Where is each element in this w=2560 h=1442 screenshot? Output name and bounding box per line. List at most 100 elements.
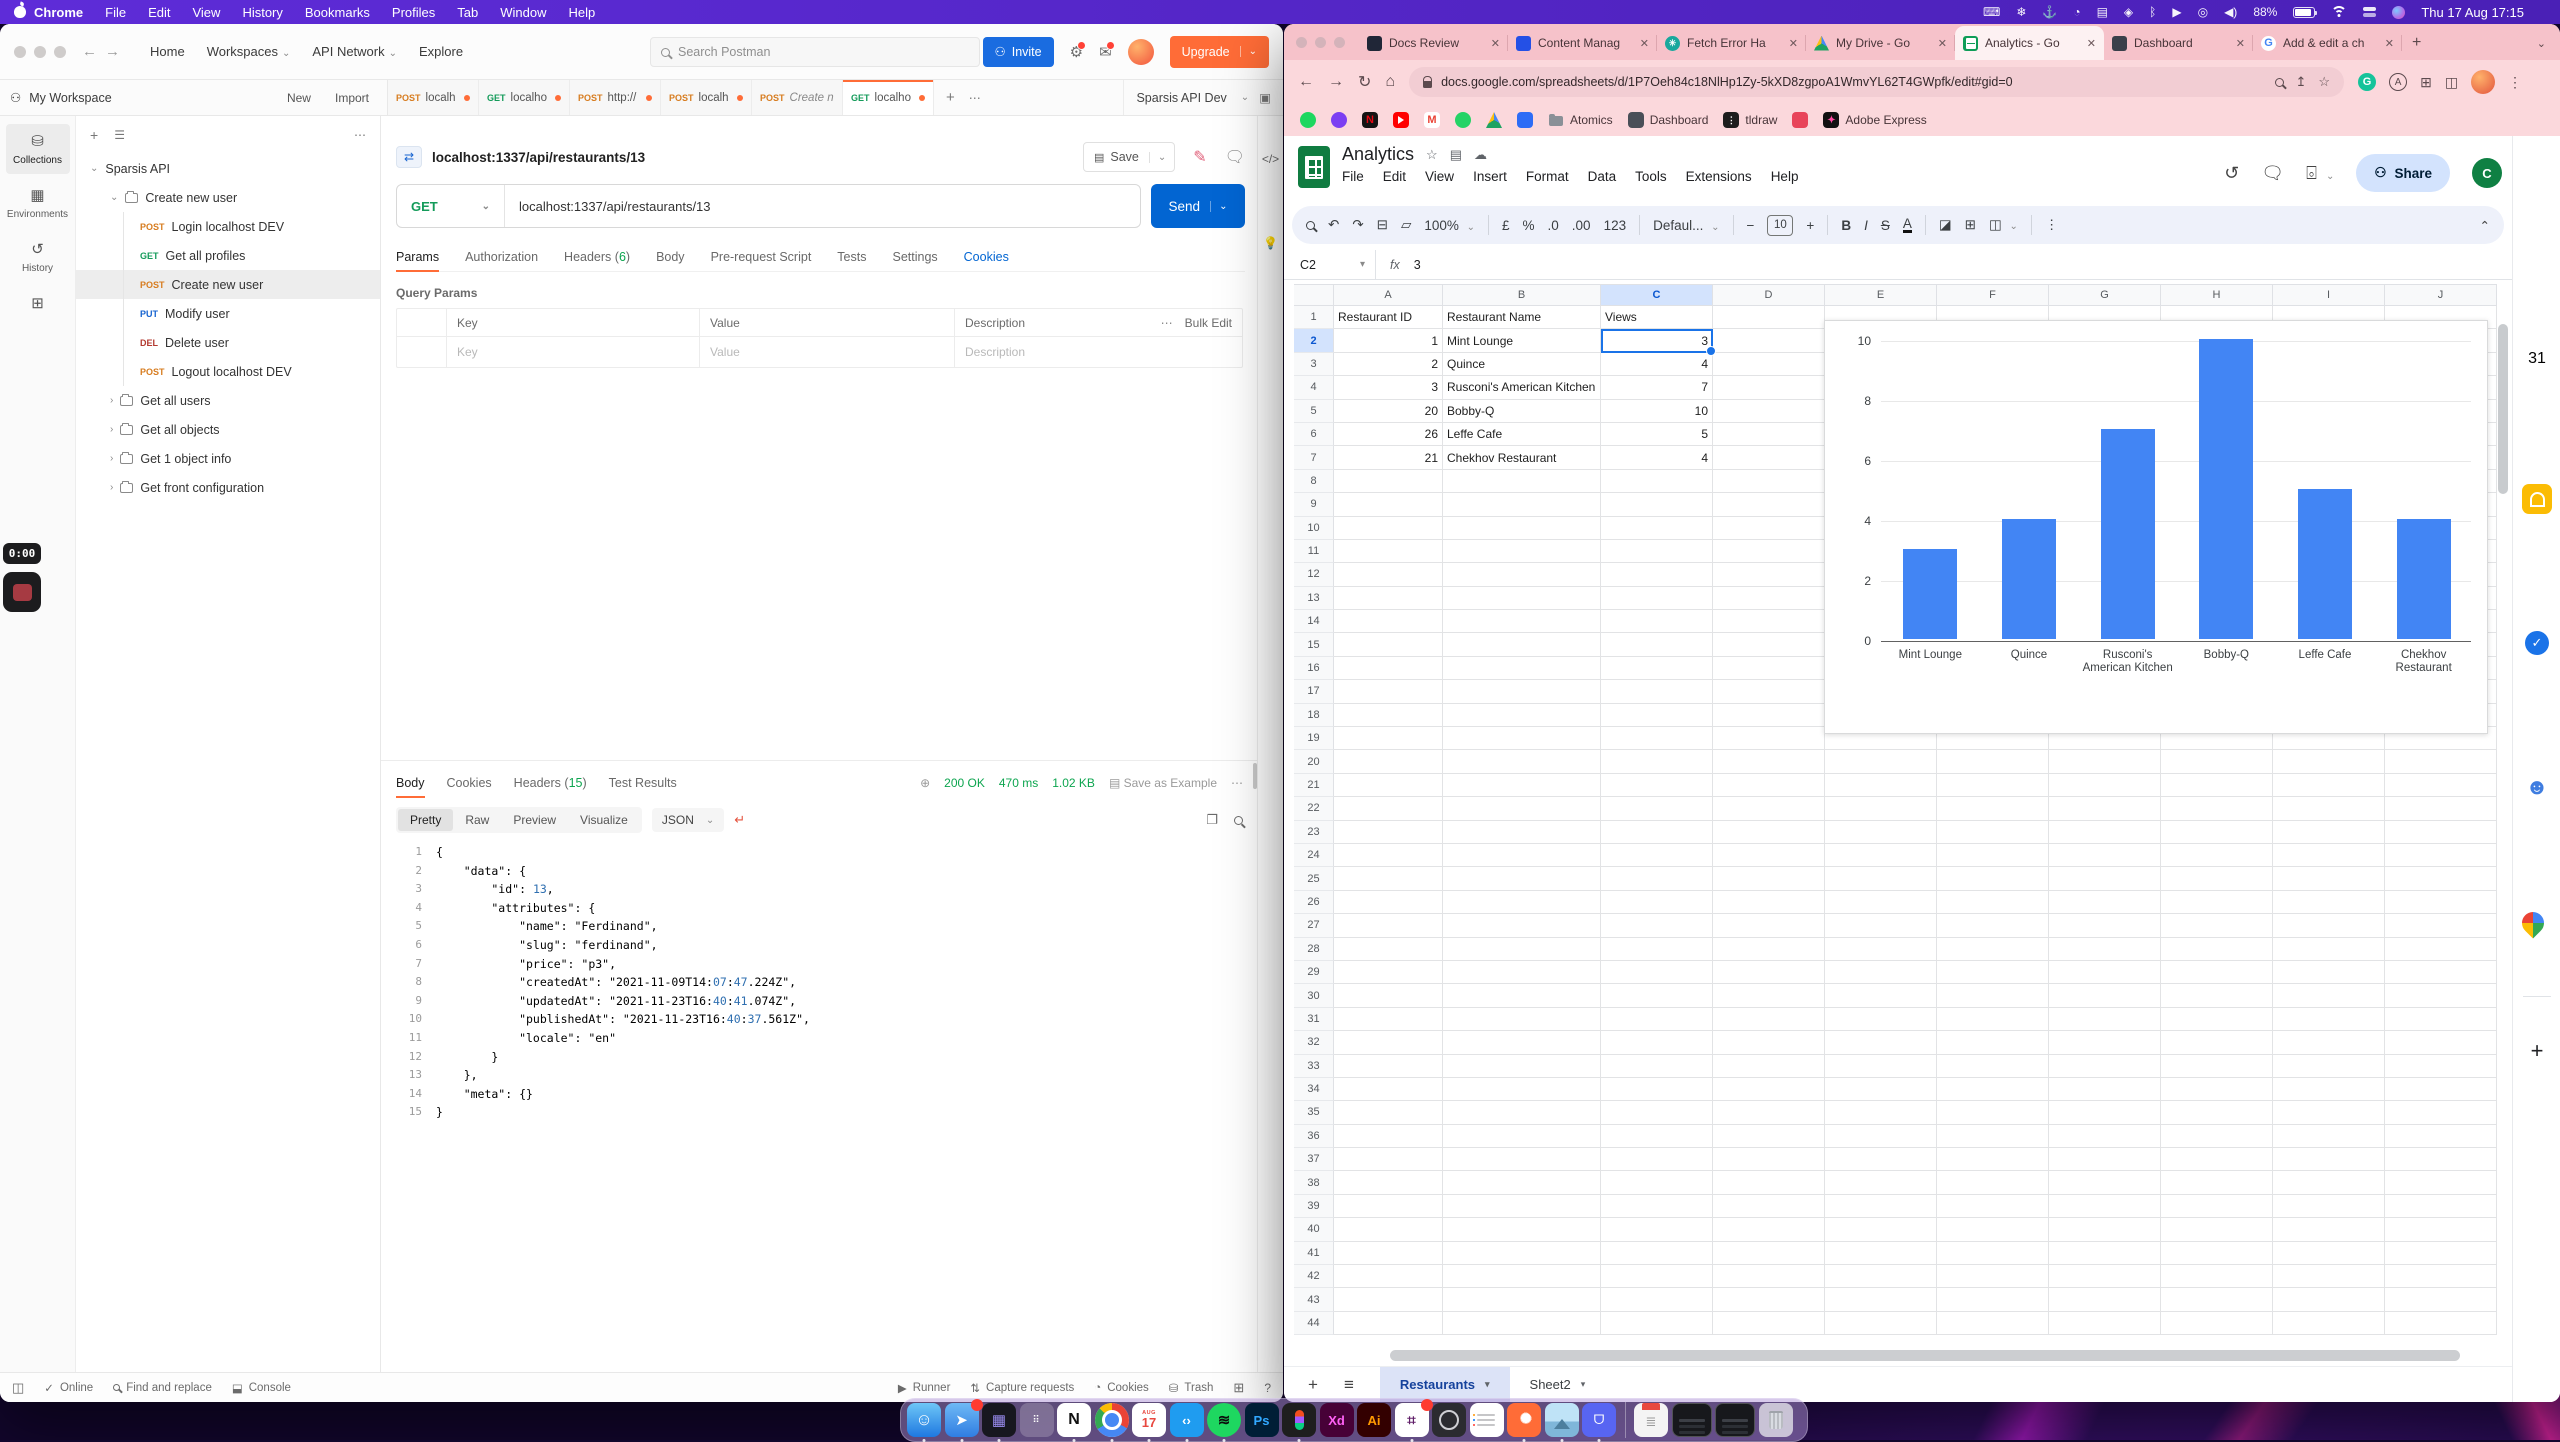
row-header-43[interactable]: 43 (1294, 1288, 1334, 1311)
sheets-chart[interactable]: 0246810Mint LoungeQuinceRusconi's Americ… (1824, 320, 2488, 734)
chart-bar[interactable] (2298, 489, 2352, 639)
row-header-12[interactable]: 12 (1294, 563, 1334, 586)
formula-input[interactable]: 3 (1414, 258, 1421, 272)
cell-C23[interactable] (1601, 821, 1713, 844)
dock-postman[interactable] (1507, 1403, 1541, 1437)
snowflake-menubar-icon[interactable]: ❄ (2016, 5, 2026, 19)
nav-back-forward-icons[interactable]: ←→ (82, 43, 128, 60)
browser-tab[interactable]: Dashboard✕ (2104, 26, 2253, 60)
cell-A1[interactable]: Restaurant ID (1334, 306, 1443, 329)
dock-slack[interactable]: ⌗ (1395, 1403, 1429, 1437)
borders-icon[interactable]: ⊞ (1965, 217, 1976, 233)
cell-I36[interactable] (2273, 1125, 2385, 1148)
cell-D42[interactable] (1713, 1265, 1825, 1288)
tree-request[interactable]: POSTCreate new user (76, 270, 380, 299)
edit-pencil-icon[interactable]: ✎ (1193, 147, 1206, 167)
url-input[interactable]: localhost:1337/api/restaurants/13 (505, 199, 725, 214)
cell-B29[interactable] (1443, 961, 1601, 984)
browser-tab[interactable]: ✳Fetch Error Ha✕ (1657, 26, 1806, 60)
cell-J34[interactable] (2385, 1078, 2497, 1101)
control-center-icon[interactable] (2363, 6, 2376, 19)
cell-D23[interactable] (1713, 821, 1825, 844)
menubar-app-name[interactable]: Chrome (34, 5, 83, 20)
cell-C15[interactable] (1601, 633, 1713, 656)
row-header-35[interactable]: 35 (1294, 1101, 1334, 1124)
cell-H21[interactable] (2161, 774, 2273, 797)
cell-J35[interactable] (2385, 1101, 2497, 1124)
bookmark-favicon-drive[interactable] (1486, 112, 1502, 128)
cell-J39[interactable] (2385, 1195, 2497, 1218)
close-tab-icon[interactable]: ✕ (1938, 37, 1947, 50)
cell-C12[interactable] (1601, 563, 1713, 586)
cell-J44[interactable] (2385, 1312, 2497, 1335)
tab-search-caret-icon[interactable]: ⌄ (2537, 37, 2546, 50)
cell-G22[interactable] (2049, 797, 2161, 820)
status-cookies[interactable]: ◔Cookies (1094, 1381, 1149, 1395)
row-header-22[interactable]: 22 (1294, 797, 1334, 820)
request-tab[interactable]: POSTlocalh (661, 80, 752, 115)
redo-icon[interactable]: ↷ (1352, 217, 1363, 233)
cell-A2[interactable]: 1 (1334, 329, 1443, 352)
cell-C20[interactable] (1601, 750, 1713, 773)
nav-workspaces[interactable]: Workspaces⌄ (207, 44, 291, 59)
menubar-item-history[interactable]: History (242, 5, 282, 20)
dock-notion[interactable]: N (1057, 1403, 1091, 1437)
menubar-item-edit[interactable]: Edit (148, 5, 170, 20)
settings-gear-icon[interactable]: ⚙ (1070, 43, 1083, 61)
horizontal-scrollbar[interactable] (1390, 1350, 2460, 1361)
menubar-item-help[interactable]: Help (569, 5, 596, 20)
menu-extensions[interactable]: Extensions (1686, 169, 1752, 184)
cell-B8[interactable] (1443, 470, 1601, 493)
cell-E21[interactable] (1825, 774, 1937, 797)
cell-J32[interactable] (2385, 1031, 2497, 1054)
response-tab-cookies[interactable]: Cookies (447, 769, 492, 797)
cell-B35[interactable] (1443, 1101, 1601, 1124)
cell-B26[interactable] (1443, 891, 1601, 914)
nav-api-network[interactable]: API Network⌄ (312, 44, 397, 59)
tracker-menubar-icon[interactable]: ◔ (2073, 5, 2080, 19)
text-color-button[interactable]: A (1903, 218, 1912, 233)
chart-bar[interactable] (2199, 339, 2253, 639)
cell-J23[interactable] (2385, 821, 2497, 844)
cell-D28[interactable] (1713, 938, 1825, 961)
cell-C5[interactable]: 10 (1601, 400, 1713, 423)
cell-E25[interactable] (1825, 867, 1937, 890)
tree-request[interactable]: PUTModify user (76, 299, 380, 328)
bookmark-atomics[interactable]: Atomics (1548, 112, 1613, 128)
cell-B37[interactable] (1443, 1148, 1601, 1171)
chart-bar[interactable] (2002, 519, 2056, 639)
grid-icon[interactable]: ⊞ (1233, 1380, 1244, 1396)
cell-A36[interactable] (1334, 1125, 1443, 1148)
copy-icon[interactable]: ❐ (1206, 812, 1218, 828)
cell-G37[interactable] (2049, 1148, 2161, 1171)
cell-A6[interactable]: 26 (1334, 423, 1443, 446)
screen-recorder-stop-button[interactable] (3, 572, 41, 612)
cell-B18[interactable] (1443, 704, 1601, 727)
bookmark-favicon-youtube[interactable] (1393, 112, 1409, 128)
cell-J28[interactable] (2385, 938, 2497, 961)
row-header-40[interactable]: 40 (1294, 1218, 1334, 1241)
dock-photoshop[interactable]: Ps (1245, 1403, 1279, 1437)
cell-B31[interactable] (1443, 1008, 1601, 1031)
cell-B2[interactable]: Mint Lounge (1443, 329, 1601, 352)
menubar-clock[interactable]: Thu 17 Aug 17:15 (2421, 5, 2524, 20)
cell-G40[interactable] (2049, 1218, 2161, 1241)
column-header-E[interactable]: E (1825, 284, 1937, 306)
cell-F24[interactable] (1937, 844, 2049, 867)
cell-F42[interactable] (1937, 1265, 2049, 1288)
help-icon[interactable]: ? (1264, 1381, 1271, 1395)
cell-B17[interactable] (1443, 680, 1601, 703)
volume-menubar-icon[interactable]: ◀) (2224, 5, 2237, 19)
chart-bar[interactable] (1903, 549, 1957, 639)
postman-avatar[interactable] (1128, 39, 1154, 65)
key-input[interactable]: Key (447, 337, 700, 367)
cell-A15[interactable] (1334, 633, 1443, 656)
cell-A39[interactable] (1334, 1195, 1443, 1218)
cell-A37[interactable] (1334, 1148, 1443, 1171)
cell-B20[interactable] (1443, 750, 1601, 773)
cell-I42[interactable] (2273, 1265, 2385, 1288)
row-header-25[interactable]: 25 (1294, 867, 1334, 890)
cell-D7[interactable] (1713, 446, 1825, 469)
version-history-icon[interactable]: ↺ (2224, 163, 2239, 184)
cell-D33[interactable] (1713, 1055, 1825, 1078)
